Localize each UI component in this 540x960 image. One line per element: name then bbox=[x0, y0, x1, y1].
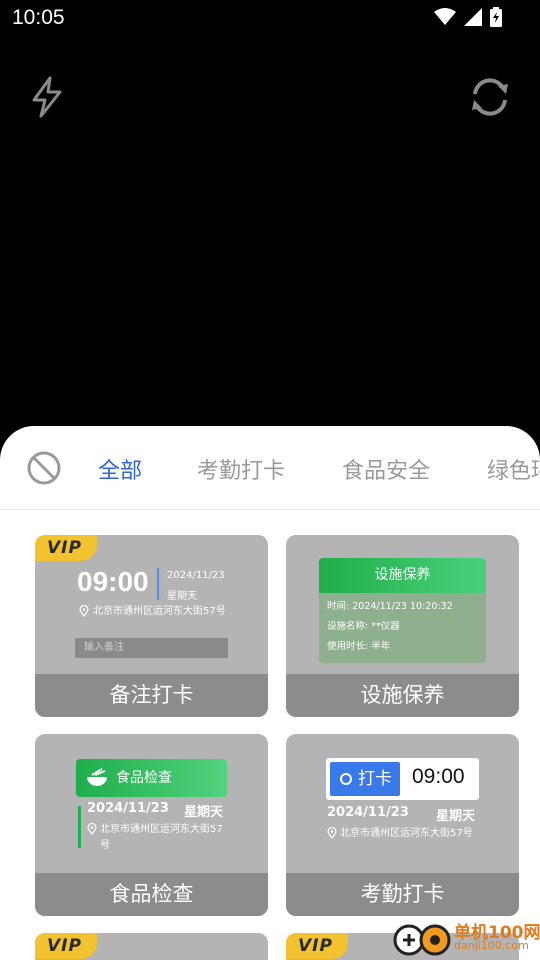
camera-switch-icon[interactable] bbox=[467, 74, 513, 120]
status-bar: 10:05 bbox=[0, 0, 540, 36]
card-time: 09:00 bbox=[412, 765, 465, 788]
vip-badge: VIP bbox=[35, 535, 97, 561]
card-date: 2024/11/23 bbox=[87, 801, 169, 816]
card-date: 2024/11/23 bbox=[167, 570, 225, 581]
card-date: 2024/11/23 bbox=[327, 805, 409, 820]
clock-in-label: 打卡 bbox=[330, 762, 400, 796]
template-card-facility[interactable]: 设施保养 时间: 2024/11/23 10:20:32 设施名称: **仪器 … bbox=[286, 535, 519, 717]
note-input: 输入备注 bbox=[75, 638, 228, 658]
vip-badge: VIP bbox=[286, 933, 348, 959]
card-caption: 设施保养 bbox=[286, 674, 519, 717]
facility-line-name: 设施名称: **仪器 bbox=[327, 621, 400, 632]
no-watermark-icon[interactable] bbox=[26, 450, 62, 486]
location-pin-icon bbox=[327, 827, 337, 839]
card-address: 北京市通州区运河东大街57号 bbox=[79, 604, 229, 620]
facility-line-duration: 使用时长: 半年 bbox=[327, 641, 391, 652]
card-time: 09:00 bbox=[77, 566, 149, 597]
vip-badge: VIP bbox=[35, 933, 97, 959]
bowl-icon bbox=[87, 768, 107, 786]
card-weekday: 星期天 bbox=[436, 809, 476, 824]
card-caption: 考勤打卡 bbox=[286, 873, 519, 916]
tab-all[interactable]: 全部 bbox=[98, 453, 142, 485]
flash-off-icon[interactable] bbox=[30, 76, 64, 118]
wifi-icon bbox=[434, 8, 456, 25]
status-time: 10:05 bbox=[12, 6, 65, 29]
tab-food-safety[interactable]: 食品安全 bbox=[342, 453, 430, 485]
clock-in-box: 打卡 09:00 bbox=[326, 758, 479, 800]
food-header: 食品检查 bbox=[76, 759, 227, 797]
template-sheet: 全部 考勤打卡 食品安全 绿色环 VIP 09:00 2024/11/23 星期… bbox=[0, 426, 540, 960]
location-pin-icon bbox=[79, 605, 89, 617]
tab-green-env[interactable]: 绿色环 bbox=[487, 453, 540, 485]
template-card-attendance[interactable]: 打卡 09:00 2024/11/23 星期天 北京市通州区运河东大街57号 考… bbox=[286, 734, 519, 916]
watermark-logo: 单机100网 danji100.com bbox=[392, 918, 540, 960]
facility-line-time: 时间: 2024/11/23 10:20:32 bbox=[327, 601, 453, 612]
card-weekday: 星期天 bbox=[167, 591, 197, 602]
template-card-food[interactable]: 食品检查 2024/11/23 星期天 北京市通州区运河东大街57号 食品检查 bbox=[35, 734, 268, 916]
tab-attendance[interactable]: 考勤打卡 bbox=[197, 453, 285, 485]
card-caption: 备注打卡 bbox=[35, 674, 268, 717]
signal-icon bbox=[464, 8, 482, 26]
location-pin-icon bbox=[87, 823, 97, 835]
divider bbox=[157, 568, 159, 600]
card-caption: 食品检查 bbox=[35, 873, 268, 916]
divider bbox=[78, 806, 81, 848]
facility-header: 设施保养 bbox=[319, 558, 486, 593]
watermark-url: danji100.com bbox=[454, 939, 529, 952]
category-tabs: 全部 考勤打卡 食品安全 绿色环 bbox=[0, 426, 540, 510]
card-weekday: 星期天 bbox=[184, 805, 224, 820]
facility-panel: 设施保养 时间: 2024/11/23 10:20:32 设施名称: **仪器 … bbox=[319, 558, 486, 663]
card-address: 北京市通州区运河东大街57号 bbox=[87, 822, 227, 854]
template-card-note-checkin[interactable]: VIP 09:00 2024/11/23 星期天 北京市通州区运河东大街57号 … bbox=[35, 535, 268, 717]
battery-icon bbox=[490, 7, 502, 27]
status-icons bbox=[434, 7, 502, 27]
template-card-partial-left[interactable]: VIP bbox=[35, 933, 268, 960]
circle-icon bbox=[340, 773, 352, 785]
logo-icon bbox=[393, 924, 451, 956]
card-address: 北京市通州区运河东大街57号 bbox=[327, 826, 477, 842]
